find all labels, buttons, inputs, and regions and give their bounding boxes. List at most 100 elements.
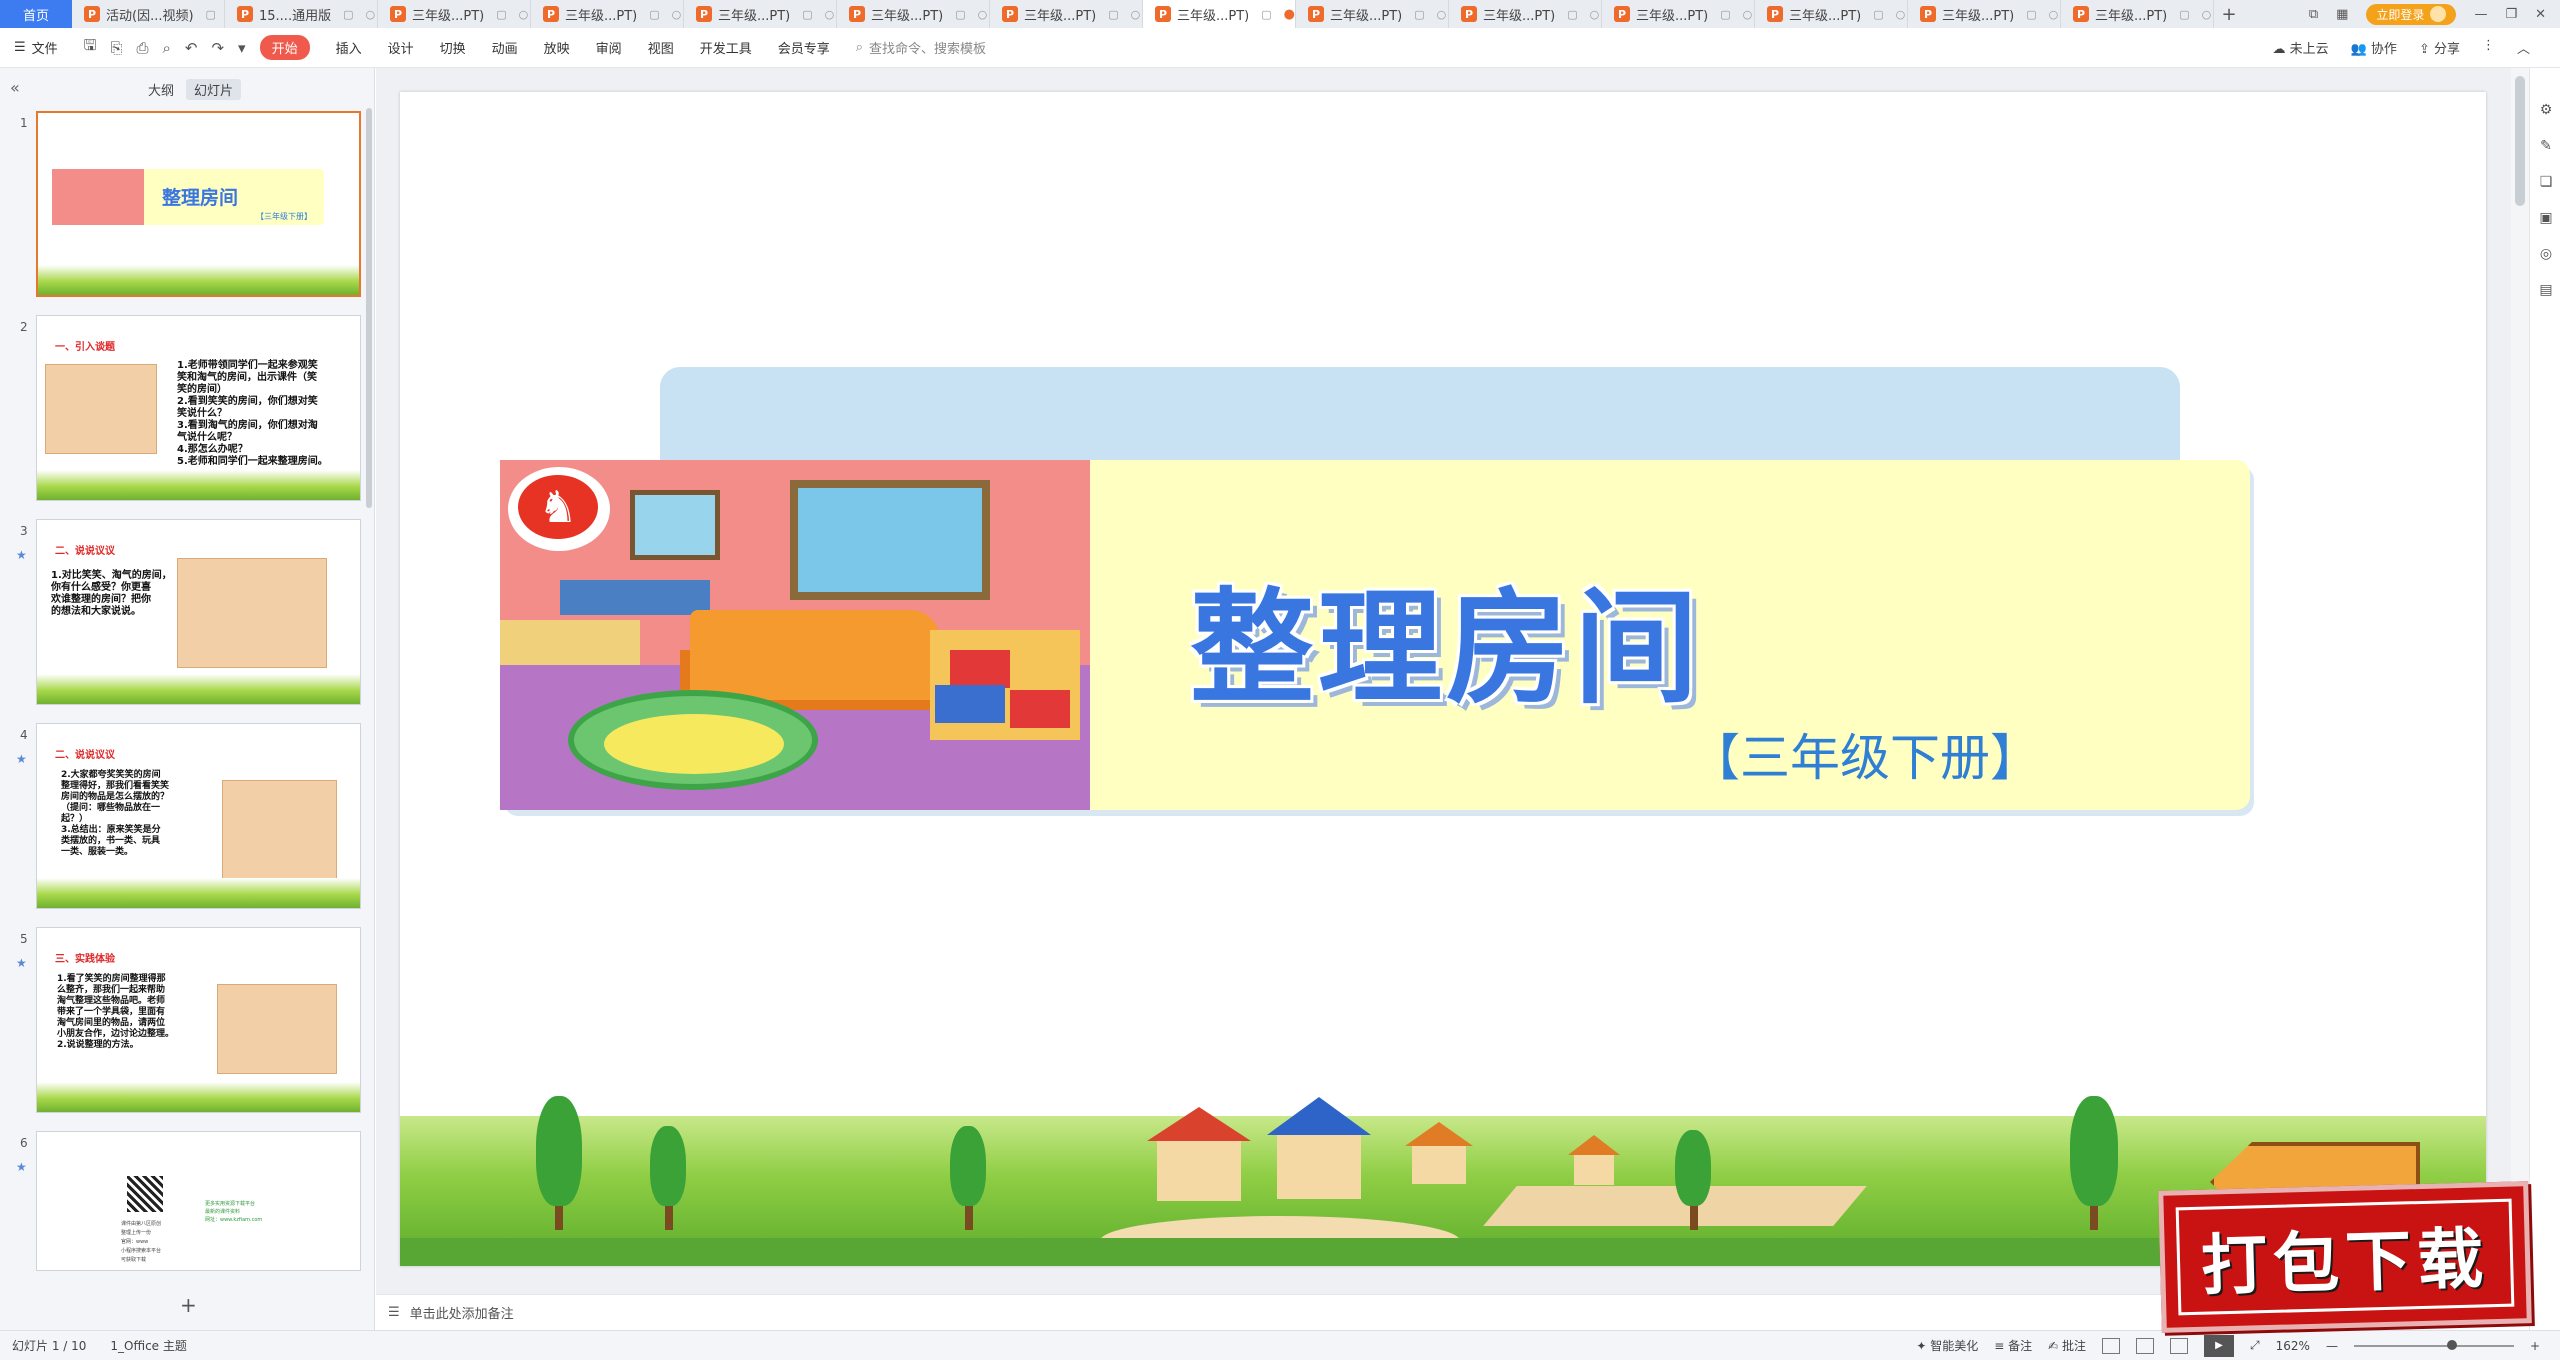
tab-preview-icon[interactable]: ▢ (1720, 8, 1730, 21)
reading-view-button[interactable] (2170, 1337, 2189, 1354)
grid-icon[interactable]: ▦ (2336, 7, 2348, 22)
open-icon[interactable]: ⎘ (110, 39, 122, 57)
tab-start[interactable]: 开始 (259, 35, 310, 60)
menu-tab[interactable]: 放映 (544, 38, 570, 57)
document-tab[interactable]: P 三年级...PT) ▢ ○ (1755, 0, 1908, 28)
menu-tab[interactable]: 会员专享 (778, 38, 830, 57)
play-slideshow-button[interactable]: ▶ (2204, 1334, 2235, 1357)
document-tab[interactable]: P 三年级...PT) ▢ ○ (378, 0, 531, 28)
copy-style-icon[interactable]: ❏ (2537, 174, 2555, 192)
preview-icon[interactable]: ⌕ (162, 39, 170, 57)
tab-close-icon[interactable]: ○ (365, 8, 375, 21)
login-button[interactable]: 立即登录 (2366, 3, 2457, 25)
restore-icon[interactable]: ❐ (2505, 7, 2517, 22)
zoom-slider-knob[interactable] (2446, 1339, 2457, 1350)
tab-preview-icon[interactable]: ▢ (955, 8, 965, 21)
print-icon[interactable]: ⎙ (136, 39, 148, 57)
slide-title[interactable]: 整理房间 (1190, 547, 1702, 727)
tab-preview-icon[interactable]: ▢ (1414, 8, 1424, 21)
home-tab[interactable]: 首页 (0, 0, 72, 28)
menu-tab[interactable]: 设计 (388, 38, 414, 57)
menu-tab[interactable]: 动画 (492, 38, 518, 57)
tab-slides[interactable]: 幻灯片 (186, 79, 242, 100)
zoom-level[interactable]: 162% (2276, 1339, 2310, 1353)
collapse-ribbon-icon[interactable]: ︿ (2517, 38, 2530, 57)
close-icon[interactable]: ✕ (2535, 7, 2546, 22)
scrollbar-thumb[interactable] (2515, 76, 2525, 206)
more-icon[interactable]: ⋮ (2482, 38, 2495, 57)
tab-outline[interactable]: 大纲 (140, 79, 182, 100)
tab-close-icon[interactable]: ○ (2049, 8, 2059, 21)
collapse-panel-icon[interactable]: « (10, 78, 20, 97)
document-tab[interactable]: P 三年级...PT) ▢ ○ (1449, 0, 1602, 28)
menu-tab[interactable]: 切换 (440, 38, 466, 57)
tab-close-icon[interactable]: ○ (672, 8, 682, 21)
menu-tab[interactable]: 视图 (648, 38, 674, 57)
document-tab[interactable]: P 三年级...PT) ▢ ○ (1602, 0, 1755, 28)
pin-icon[interactable]: ✎ (2537, 138, 2555, 156)
collaborate-button[interactable]: 👥 协作 (2351, 38, 2397, 57)
slide-sorter-button[interactable] (2136, 1337, 2155, 1354)
tab-preview-icon[interactable]: ▢ (1873, 8, 1883, 21)
book-icon[interactable]: ▤ (2537, 282, 2555, 300)
tab-close-icon[interactable]: ○ (1896, 8, 1906, 21)
document-tab[interactable]: P 15....通用版 ▢ ○ (225, 0, 378, 28)
slide-thumbnail-2[interactable]: 一、引入谈题 1.老师带领同学们一起来参观笑 笑和淘气的房间，出示课件（笑 笑的… (36, 315, 361, 501)
document-tab[interactable]: P 三年级...PT) ▢ ● (1143, 0, 1296, 28)
tab-close-icon[interactable]: ○ (1131, 8, 1141, 21)
tab-preview-icon[interactable]: ▢ (496, 8, 506, 21)
command-search[interactable]: ⌕ 查找命令、搜索模板 (856, 38, 986, 57)
normal-view-button[interactable] (2102, 1337, 2121, 1354)
tab-close-icon[interactable]: ○ (825, 8, 835, 21)
document-tab[interactable]: P 三年级...PT) ▢ ○ (684, 0, 837, 28)
document-tab[interactable]: P 三年级...PT) ▢ ○ (2061, 0, 2214, 28)
tab-preview-icon[interactable]: ▢ (343, 8, 353, 21)
document-tab[interactable]: P 三年级...PT) ▢ ○ (1908, 0, 2061, 28)
slide-subtitle[interactable]: 【三年级下册】 (1690, 718, 2040, 790)
new-tab-button[interactable]: + (2214, 4, 2244, 25)
beautify-button[interactable]: ✦ 智能美化 (1916, 1337, 1978, 1354)
slide-thumbnail-5[interactable]: 三、实践体验 1.看了笑笑的房间整理得那 么整齐，那我们一起来帮助 淘气整理这些… (36, 927, 361, 1113)
fit-window-icon[interactable]: ⤢ (2250, 1338, 2260, 1353)
tab-close-icon[interactable]: ○ (519, 8, 529, 21)
location-icon[interactable]: ◎ (2537, 246, 2555, 264)
current-slide[interactable]: ♞ 整理房间 【三年级下册】 (400, 92, 2486, 1266)
cloud-status[interactable]: ☁ 未上云 (2272, 38, 2328, 57)
tab-preview-icon[interactable]: ▢ (2179, 8, 2189, 21)
notes-button[interactable]: ≡ 备注 (1994, 1337, 2032, 1354)
tab-preview-icon[interactable]: ▢ (1567, 8, 1577, 21)
document-tab[interactable]: P 三年级...PT) ▢ ○ (531, 0, 684, 28)
notes-placeholder[interactable]: 单击此处添加备注 (410, 1303, 514, 1322)
slide-thumbnail-6[interactable]: 课件由第八区原创 整理上传一份 官网：www 小程序搜索本平台 可获取下载 更多… (36, 1131, 361, 1271)
slide-thumbnail-3[interactable]: 二、说说议议 1.对比笑笑、淘气的房间， 你有什么感受？你更喜 欢谁整理的房间？… (36, 519, 361, 705)
tab-preview-icon[interactable]: ▢ (802, 8, 812, 21)
tab-close-icon[interactable]: ○ (2202, 8, 2212, 21)
tab-preview-icon[interactable]: ▢ (2026, 8, 2036, 21)
slide-thumbnail-1[interactable]: 整理房间 【三年级下册】 (36, 111, 361, 297)
document-tab[interactable]: P 三年级...PT) ▢ ○ (837, 0, 990, 28)
document-tab[interactable]: P 三年级...PT) ▢ ○ (990, 0, 1143, 28)
tab-preview-icon[interactable]: ▢ (206, 8, 216, 21)
comments-button[interactable]: ✍ 批注 (2048, 1337, 2086, 1354)
save-icon[interactable]: 🖫 (84, 35, 97, 60)
add-slide-button[interactable]: + (180, 1293, 197, 1317)
file-menu[interactable]: ☰ 文件 (14, 38, 58, 57)
search-input[interactable]: 查找命令、搜索模板 (869, 38, 986, 57)
layout-icon[interactable]: ⧉ (2309, 7, 2318, 22)
undo-icon[interactable]: ↶ (185, 39, 198, 57)
document-tab[interactable]: P活动(因...视频)▢○ (72, 0, 225, 28)
zoom-in-button[interactable]: + (2530, 1339, 2540, 1353)
slide-thumbnail-4[interactable]: 二、说说议议 2.大家都夸奖笑笑的房间 整理得好，那我们看看笑笑 房间的物品是怎… (36, 723, 361, 909)
document-tab[interactable]: P 三年级...PT) ▢ ○ (1296, 0, 1449, 28)
share-button[interactable]: ⇪ 分享 (2419, 38, 2460, 57)
tab-preview-icon[interactable]: ▢ (649, 8, 659, 21)
tab-preview-icon[interactable]: ▢ (1261, 8, 1271, 21)
minimize-icon[interactable]: — (2474, 7, 2487, 22)
theme-name[interactable]: 1_Office 主题 (110, 1337, 186, 1354)
zoom-out-button[interactable]: — (2326, 1339, 2338, 1353)
properties-icon[interactable]: ⚙ (2537, 102, 2555, 120)
zoom-slider[interactable] (2353, 1339, 2514, 1350)
tab-preview-icon[interactable]: ▢ (1108, 8, 1118, 21)
menu-tab[interactable]: 开发工具 (700, 38, 752, 57)
slide-scrollbar[interactable]: ⇞ ⇟ (2511, 68, 2529, 1294)
